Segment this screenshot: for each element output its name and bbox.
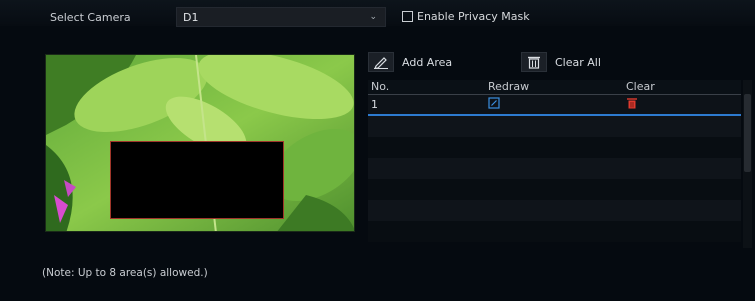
empty-table-row: [368, 200, 741, 221]
column-header-redraw: Redraw: [488, 80, 530, 93]
row-number: 1: [371, 98, 378, 111]
select-camera-label: Select Camera: [50, 11, 131, 24]
empty-table-row: [368, 179, 741, 200]
column-header-no: No.: [371, 80, 390, 93]
privacy-mask-area[interactable]: [110, 141, 284, 219]
chevron-down-icon: ⌄: [369, 12, 377, 22]
empty-table-row: [368, 116, 741, 137]
scrollbar-thumb[interactable]: [744, 94, 751, 172]
trash-icon: [521, 52, 547, 72]
add-area-label: Add Area: [402, 55, 453, 69]
pencil-icon: [368, 52, 394, 72]
privacy-mask-label: Enable Privacy Mask: [417, 10, 530, 23]
empty-table-row: [368, 158, 741, 179]
table-scrollbar[interactable]: [743, 80, 752, 248]
add-area-button[interactable]: Add Area: [368, 52, 452, 72]
table-header: No. Redraw Clear: [368, 80, 741, 95]
mask-area-table: No. Redraw Clear 1: [368, 80, 741, 248]
camera-preview[interactable]: [45, 54, 355, 232]
redraw-icon[interactable]: [488, 97, 500, 109]
clear-all-button[interactable]: Clear All: [521, 52, 601, 72]
delete-icon[interactable]: [626, 97, 638, 109]
clear-cell: [626, 97, 736, 112]
area-limit-note: (Note: Up to 8 area(s) allowed.): [42, 267, 208, 279]
empty-table-row: [368, 137, 741, 158]
clear-all-label: Clear All: [555, 55, 601, 69]
privacy-mask-checkbox[interactable]: [402, 11, 413, 22]
table-row[interactable]: 1: [368, 95, 741, 116]
column-header-clear: Clear: [626, 80, 655, 93]
empty-table-row: [368, 221, 741, 242]
camera-select-value: D1: [183, 10, 199, 24]
redraw-cell: [488, 97, 626, 112]
enable-privacy-mask-toggle[interactable]: Enable Privacy Mask: [402, 10, 530, 23]
camera-select[interactable]: D1 ⌄: [176, 7, 386, 27]
